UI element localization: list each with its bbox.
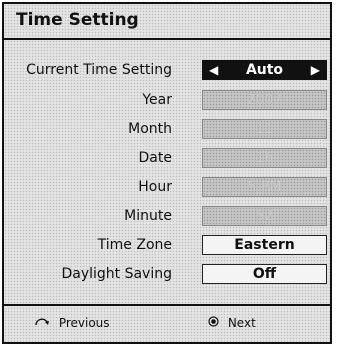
return-arrow-icon: [34, 316, 50, 330]
row-month: Month 11: [4, 119, 330, 141]
label-month: Month: [128, 121, 172, 137]
row-time-zone: Time Zone Eastern: [4, 235, 330, 257]
previous-label: Previous: [58, 316, 110, 330]
label-daylight-saving: Daylight Saving: [61, 266, 172, 282]
label-minute: Minute: [124, 208, 172, 224]
next-button[interactable]: Next: [208, 316, 256, 330]
label-year: Year: [142, 92, 172, 108]
right-arrow-icon[interactable]: ▶: [311, 61, 320, 80]
footer-bar: Previous Next: [4, 304, 330, 342]
left-arrow-icon[interactable]: ◀: [209, 61, 218, 80]
next-label: Next: [227, 316, 256, 330]
label-time-zone: Time Zone: [97, 237, 172, 253]
date-field: 16: [202, 148, 327, 168]
hour-field: 5 PM: [202, 177, 327, 197]
title-bar: Time Setting: [4, 4, 330, 40]
label-current-time-setting: Current Time Setting: [26, 62, 172, 78]
previous-button[interactable]: Previous: [34, 316, 110, 330]
enter-button-icon: [208, 316, 219, 330]
time-setting-dialog: Time Setting Current Time Setting ◀ Auto…: [2, 2, 332, 344]
row-year: Year 2007: [4, 90, 330, 112]
daylight-saving-field[interactable]: Off: [202, 264, 327, 284]
minute-field: 52: [202, 206, 327, 226]
row-date: Date 16: [4, 148, 330, 170]
dialog-title: Time Setting: [16, 10, 139, 30]
label-date: Date: [138, 150, 172, 166]
month-field: 11: [202, 119, 327, 139]
label-hour: Hour: [138, 179, 172, 195]
row-daylight-saving: Daylight Saving Off: [4, 264, 330, 286]
current-time-setting-selector[interactable]: ◀ Auto ▶: [202, 60, 327, 80]
time-zone-field[interactable]: Eastern: [202, 235, 327, 255]
current-time-setting-value: Auto: [245, 62, 284, 78]
row-hour: Hour 5 PM: [4, 177, 330, 199]
year-field: 2007: [202, 90, 327, 110]
row-minute: Minute 52: [4, 206, 330, 228]
row-current-time-setting: Current Time Setting ◀ Auto ▶: [4, 60, 330, 82]
